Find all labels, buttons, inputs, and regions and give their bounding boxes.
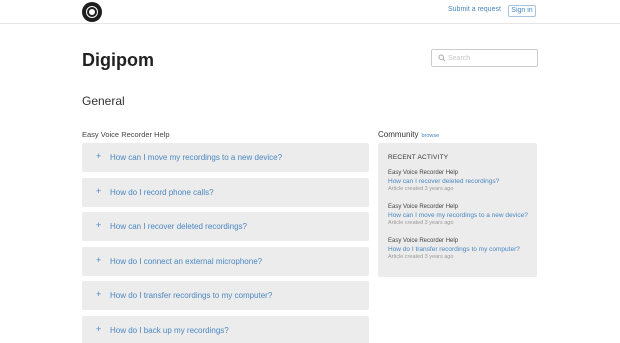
recent-activity-title: RECENT ACTIVITY: [388, 154, 449, 161]
article-link[interactable]: How do I connect an external microphone?: [110, 257, 262, 266]
article-link[interactable]: How can I recover deleted recordings?: [110, 222, 247, 231]
plus-icon: +: [96, 220, 102, 230]
article-link[interactable]: How do I record phone calls?: [110, 188, 214, 197]
activity-category-link[interactable]: Easy Voice Recorder Help: [388, 204, 533, 212]
plus-icon: +: [96, 323, 102, 334]
article-item[interactable]: + How can I recover deleted recordings?: [82, 212, 369, 241]
article-item[interactable]: + How do I back up my recordings?: [82, 315, 369, 343]
activity-meta: Article created 3 years ago: [388, 219, 454, 226]
article-link[interactable]: How do I back up my recordings?: [110, 326, 229, 335]
article-item[interactable]: + How do I record phone calls?: [82, 177, 369, 207]
top-bar: Submit a request Sign in: [0, 0, 620, 24]
activity-item: Easy Voice Recorder Help How can I move …: [388, 204, 533, 227]
article-item[interactable]: + How do I transfer recordings to my com…: [82, 281, 369, 310]
activity-meta: Article created 3 years ago: [388, 185, 454, 192]
article-item[interactable]: + How can I move my recordings to a new …: [82, 143, 369, 172]
submit-request-link[interactable]: Submit a request: [448, 6, 501, 13]
activity-item: Easy Voice Recorder Help How do I transf…: [388, 238, 533, 261]
article-list: + How can I move my recordings to a new …: [82, 143, 369, 343]
article-item[interactable]: + How do I connect an external microphon…: [82, 246, 369, 276]
activity-article-link[interactable]: How can I move my recordings to a new de…: [388, 212, 533, 220]
article-link[interactable]: How can I move my recordings to a new de…: [110, 153, 282, 162]
plus-icon: +: [96, 185, 102, 196]
sign-in-button[interactable]: Sign in: [508, 5, 536, 17]
disc-logo-icon[interactable]: [82, 2, 102, 22]
search-box[interactable]: [431, 49, 538, 67]
plus-icon: +: [96, 289, 102, 299]
search-icon: [438, 54, 446, 62]
activity-item: Easy Voice Recorder Help How can I recov…: [388, 170, 533, 193]
category-title[interactable]: Easy Voice Recorder Help: [82, 130, 170, 139]
activity-category-link[interactable]: Easy Voice Recorder Help: [388, 170, 533, 178]
article-link[interactable]: How do I transfer recordings to my compu…: [110, 291, 272, 300]
recent-activity-panel: RECENT ACTIVITY Easy Voice Recorder Help…: [378, 143, 537, 277]
activity-article-link[interactable]: How do I transfer recordings to my compu…: [388, 246, 533, 254]
logo-dot: [89, 9, 95, 15]
community-heading: Community browse: [378, 130, 439, 139]
activity-article-link[interactable]: How can I recover deleted recordings?: [388, 178, 533, 186]
browse-link[interactable]: browse: [421, 133, 439, 139]
search-input[interactable]: [448, 52, 534, 64]
activity-category-link[interactable]: Easy Voice Recorder Help: [388, 238, 533, 246]
activity-meta: Article created 3 years ago: [388, 253, 454, 260]
community-title: Community: [378, 130, 419, 139]
plus-icon: +: [96, 151, 102, 161]
section-title: General: [82, 94, 125, 108]
plus-icon: +: [96, 254, 102, 265]
page-title: Digipom: [82, 50, 154, 70]
